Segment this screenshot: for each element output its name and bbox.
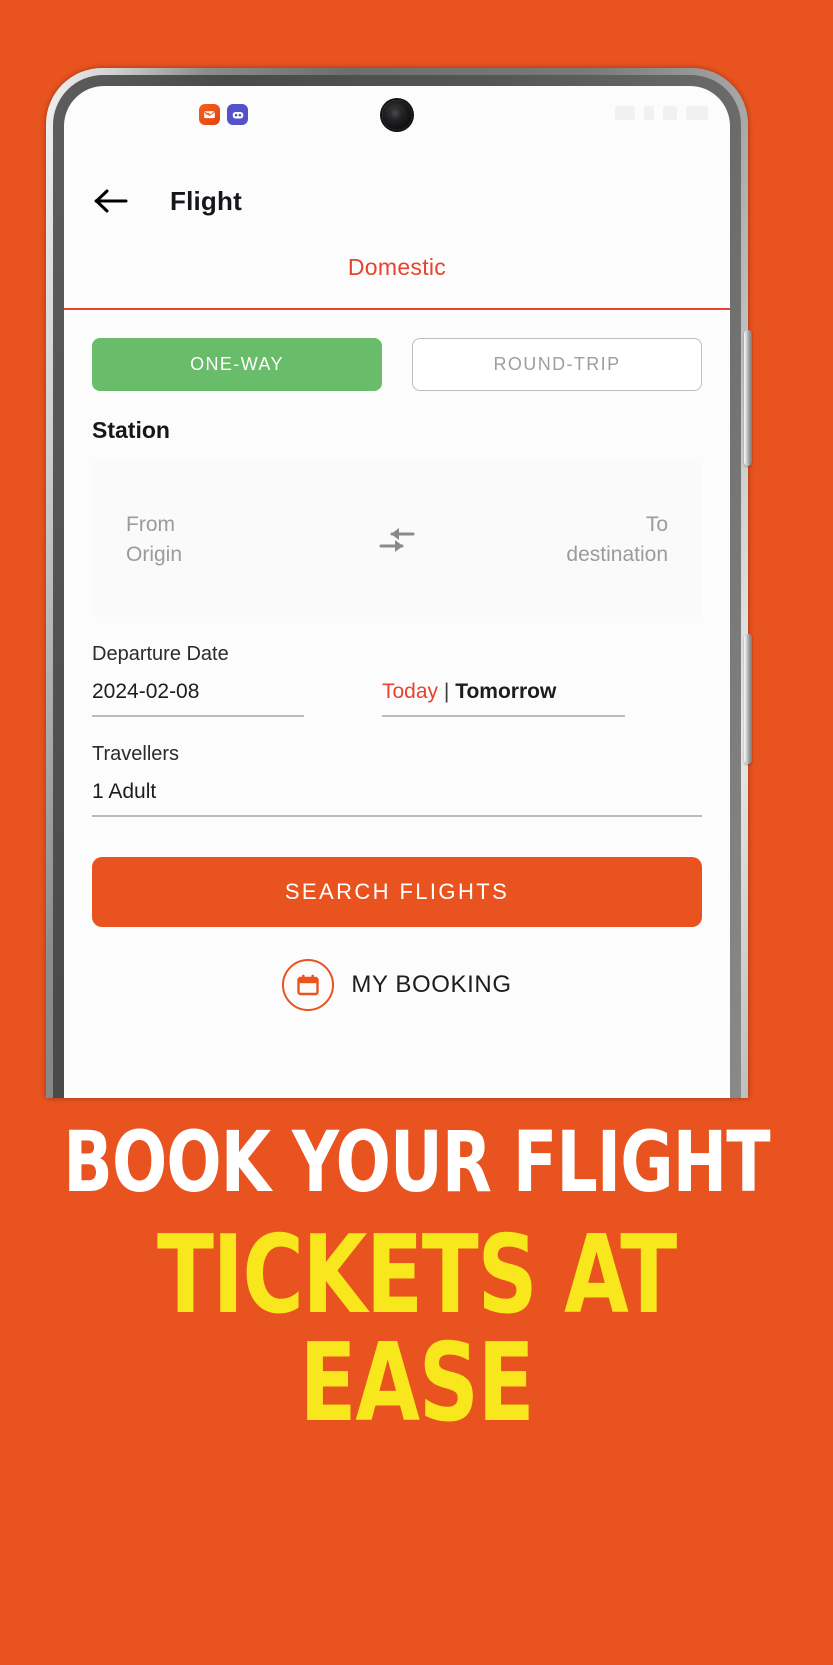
- page-title: Flight: [170, 185, 242, 216]
- station-card: From Origin To destination: [92, 462, 702, 617]
- swap-arrows-icon[interactable]: [362, 523, 432, 557]
- travellers-block: Travellers 1 Adult: [92, 743, 702, 817]
- destination-value: destination: [566, 542, 668, 566]
- tomorrow-button[interactable]: Tomorrow: [455, 680, 556, 703]
- notification-app-purple-icon: [227, 104, 248, 125]
- robot-glyph: [232, 111, 243, 118]
- search-flights-button[interactable]: SEARCH FLIGHTS: [92, 857, 702, 927]
- status-bar-system-icons: [615, 106, 708, 120]
- origin-field[interactable]: From Origin: [92, 510, 362, 570]
- tab-strip: Domestic: [64, 254, 730, 310]
- signal-icon: [644, 106, 654, 120]
- signal-icon-2: [663, 106, 677, 120]
- my-booking-label: MY BOOKING: [351, 971, 512, 998]
- station-section-label: Station: [92, 417, 170, 443]
- quick-separator: |: [443, 680, 450, 703]
- one-way-button[interactable]: ONE-WAY: [92, 338, 382, 391]
- calendar-glyph: [297, 974, 320, 996]
- back-arrow-glyph: [94, 189, 128, 213]
- status-bar: [64, 86, 730, 146]
- date-quick-picks: Today | Tomorrow: [382, 680, 625, 717]
- travellers-label: Travellers: [92, 743, 180, 765]
- swap-arrows-glyph: [379, 527, 415, 552]
- departure-date-block: Departure Date 2024-02-08 Today | Tomorr…: [92, 643, 702, 717]
- trip-type-selector: ONE-WAY ROUND-TRIP: [92, 338, 702, 391]
- status-bar-notifications: [199, 104, 248, 125]
- travellers-input[interactable]: 1 Adult: [92, 780, 702, 817]
- departure-date-row: 2024-02-08 Today | Tomorrow: [92, 680, 702, 717]
- round-trip-button[interactable]: ROUND-TRIP: [412, 338, 702, 391]
- promo-text-block: BOOK YOUR FLIGHT TICKETS AT EASE: [0, 1120, 833, 1438]
- phone-screen: Flight Domestic ONE-WAY ROUND-TRIP Stati…: [64, 86, 730, 1098]
- my-booking-button[interactable]: MY BOOKING: [92, 959, 702, 1011]
- origin-value: Origin: [126, 542, 183, 566]
- power-button[interactable]: [744, 634, 752, 764]
- departure-date-label: Departure Date: [92, 643, 229, 665]
- origin-label: From: [126, 512, 175, 536]
- envelope-glyph: [203, 111, 216, 119]
- notification-app-orange-icon: [199, 104, 220, 125]
- departure-date-input[interactable]: 2024-02-08: [92, 680, 304, 717]
- volume-button[interactable]: [744, 330, 752, 466]
- wifi-icon: [615, 106, 635, 120]
- back-arrow-icon[interactable]: [90, 180, 132, 222]
- travellers-row: 1 Adult: [92, 780, 702, 817]
- promo-headline-primary: BOOK YOUR FLIGHT: [63, 1113, 770, 1211]
- phone-mockup: Flight Domestic ONE-WAY ROUND-TRIP Stati…: [46, 68, 752, 1098]
- tab-domestic[interactable]: Domestic: [64, 254, 730, 281]
- app-header: Flight: [64, 146, 730, 234]
- front-camera: [382, 100, 412, 130]
- destination-label: To: [645, 512, 668, 536]
- battery-icon: [686, 106, 708, 120]
- calendar-icon: [282, 959, 335, 1011]
- destination-field[interactable]: To destination: [432, 510, 702, 570]
- booking-form: ONE-WAY ROUND-TRIP Station From Origin T…: [64, 338, 730, 1011]
- today-button[interactable]: Today: [382, 680, 438, 703]
- promo-headline-secondary: TICKETS AT EASE: [156, 1213, 677, 1446]
